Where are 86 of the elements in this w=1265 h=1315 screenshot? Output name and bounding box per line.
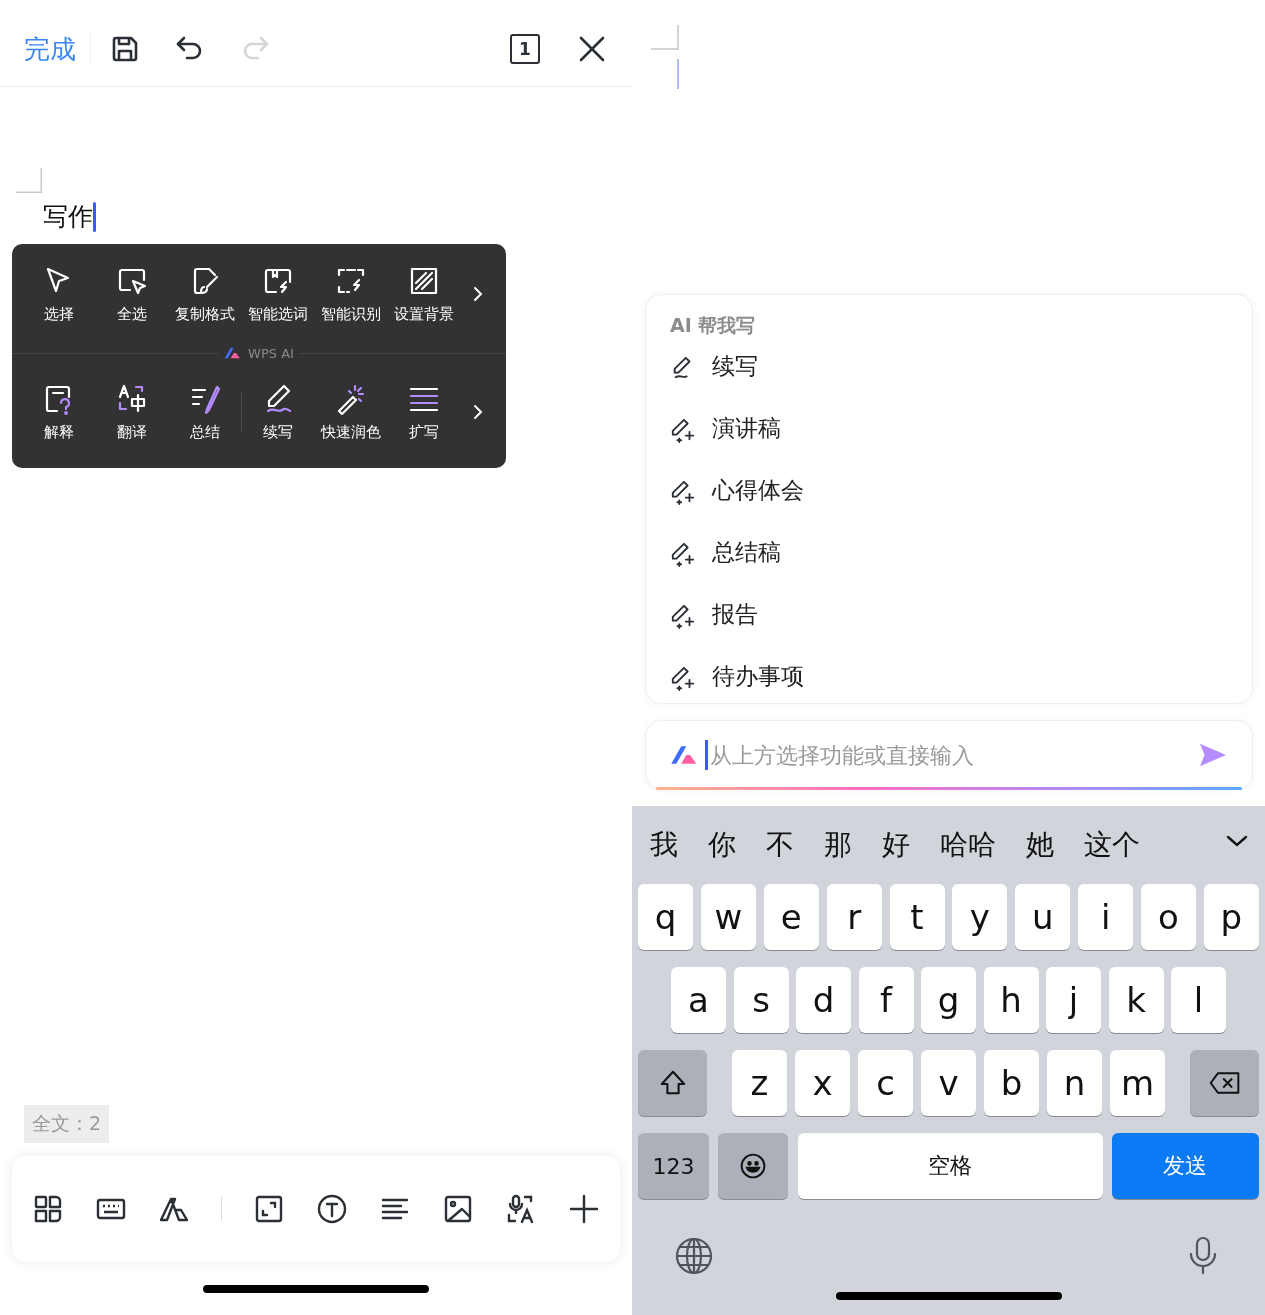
candidate-word[interactable]: 你 [708,826,736,864]
letter-key[interactable]: m [1110,1050,1165,1116]
menu-item[interactable]: 智能识别 [314,264,387,324]
ai-option[interactable]: 演讲稿 [670,411,1228,473]
text-tool-icon[interactable] [316,1193,348,1225]
letter-key[interactable]: w [700,884,756,950]
letter-key[interactable]: h [983,967,1039,1033]
pen-sparkle-icon [670,603,696,629]
letter-key[interactable]: p [1203,884,1259,950]
ai-option[interactable]: 待办事项 [670,659,1228,703]
brand-label: WPS AI [248,345,294,361]
menu-item[interactable]: 设置背景 [387,264,460,324]
panel-heading: AI 帮我写 [670,313,757,338]
menu-item[interactable]: 智能选词 [241,264,314,324]
pen-sparkle-icon [670,541,696,567]
word-count: 全文：2 [24,1105,110,1143]
send-icon[interactable] [1198,742,1228,768]
margin-corner-mark [651,25,681,51]
pen-sparkle-icon [670,417,696,443]
add-icon[interactable] [568,1193,600,1225]
pen-sparkle-icon [670,479,696,505]
fullscreen-icon[interactable] [253,1193,285,1225]
chevron-down-icon[interactable] [1225,833,1249,849]
letter-key[interactable]: z [732,1050,787,1116]
shift-key[interactable] [638,1050,707,1116]
letter-key[interactable]: e [763,884,819,950]
number-key[interactable]: 123 [638,1133,709,1199]
text-cursor [677,59,679,89]
ai-option[interactable]: 续写 [670,349,1228,411]
letter-key[interactable]: f [858,967,914,1033]
menu-item[interactable]: 复制格式 [168,264,241,324]
letter-key[interactable]: t [889,884,945,950]
page-count-button[interactable]: 1 [510,34,540,64]
pen-sparkle-icon [670,665,696,691]
letter-key[interactable]: a [671,967,726,1033]
menu-item[interactable]: 续写 [241,382,314,442]
delete-key[interactable] [1190,1050,1259,1116]
letter-key[interactable]: d [796,967,851,1033]
prompt-input-field[interactable]: 从上方选择功能或直接输入 [708,741,1198,769]
letter-key[interactable]: x [795,1050,850,1116]
emoji-key[interactable] [718,1133,789,1199]
image-icon[interactable] [442,1193,474,1225]
letter-key[interactable]: v [921,1050,976,1116]
letter-key[interactable]: k [1108,967,1164,1033]
menu-item[interactable]: 扩写 [387,382,460,442]
done-button[interactable]: 完成 [24,31,76,67]
apps-icon[interactable] [32,1193,64,1225]
ai-input-bar[interactable]: 从上方选择功能或直接输入 [645,720,1253,790]
candidate-word[interactable]: 这个 [1084,826,1140,864]
space-key[interactable]: 空格 [797,1133,1103,1199]
letter-key[interactable]: j [1046,967,1101,1033]
send-key[interactable]: 发送 [1112,1133,1259,1199]
menu-item[interactable]: 解释 [22,382,95,442]
text-cursor [93,201,96,232]
document-text: 写作 [43,201,93,233]
globe-icon[interactable] [674,1236,714,1276]
menu-item[interactable]: 总结 [168,382,241,442]
menu-item[interactable]: 全选 [95,264,168,324]
menu-item[interactable]: 翻译 [95,382,168,442]
candidate-word[interactable]: 哈哈 [940,826,996,864]
letter-key[interactable]: u [1015,884,1071,950]
ai-option[interactable]: 总结稿 [670,535,1228,597]
chevron-right-icon[interactable] [472,402,484,422]
letter-key[interactable]: c [858,1050,913,1116]
letter-key[interactable]: s [733,967,789,1033]
letter-key[interactable]: r [826,884,882,950]
candidate-word[interactable]: 那 [824,826,852,864]
letter-key[interactable]: o [1141,884,1196,950]
letter-key[interactable]: y [952,884,1008,950]
margin-corner-mark [16,168,44,196]
ai-option[interactable]: 报告 [670,597,1228,659]
ai-option[interactable]: 心得体会 [670,473,1228,535]
letter-key[interactable]: n [1047,1050,1102,1116]
letter-key[interactable]: i [1078,884,1134,950]
chevron-right-icon[interactable] [472,284,484,304]
candidate-word[interactable]: 她 [1026,826,1054,864]
letter-key[interactable]: g [921,967,976,1033]
candidate-word[interactable]: 好 [882,826,910,864]
letter-key[interactable]: l [1171,967,1226,1033]
letter-key[interactable]: q [638,884,693,950]
backspace-icon [1208,1069,1241,1097]
letter-key[interactable]: b [984,1050,1039,1116]
candidate-word[interactable]: 不 [766,826,794,864]
menu-item[interactable]: 快速润色 [314,382,387,442]
menu-item[interactable]: 选择 [22,264,95,324]
candidate-word[interactable]: 我 [650,826,678,864]
